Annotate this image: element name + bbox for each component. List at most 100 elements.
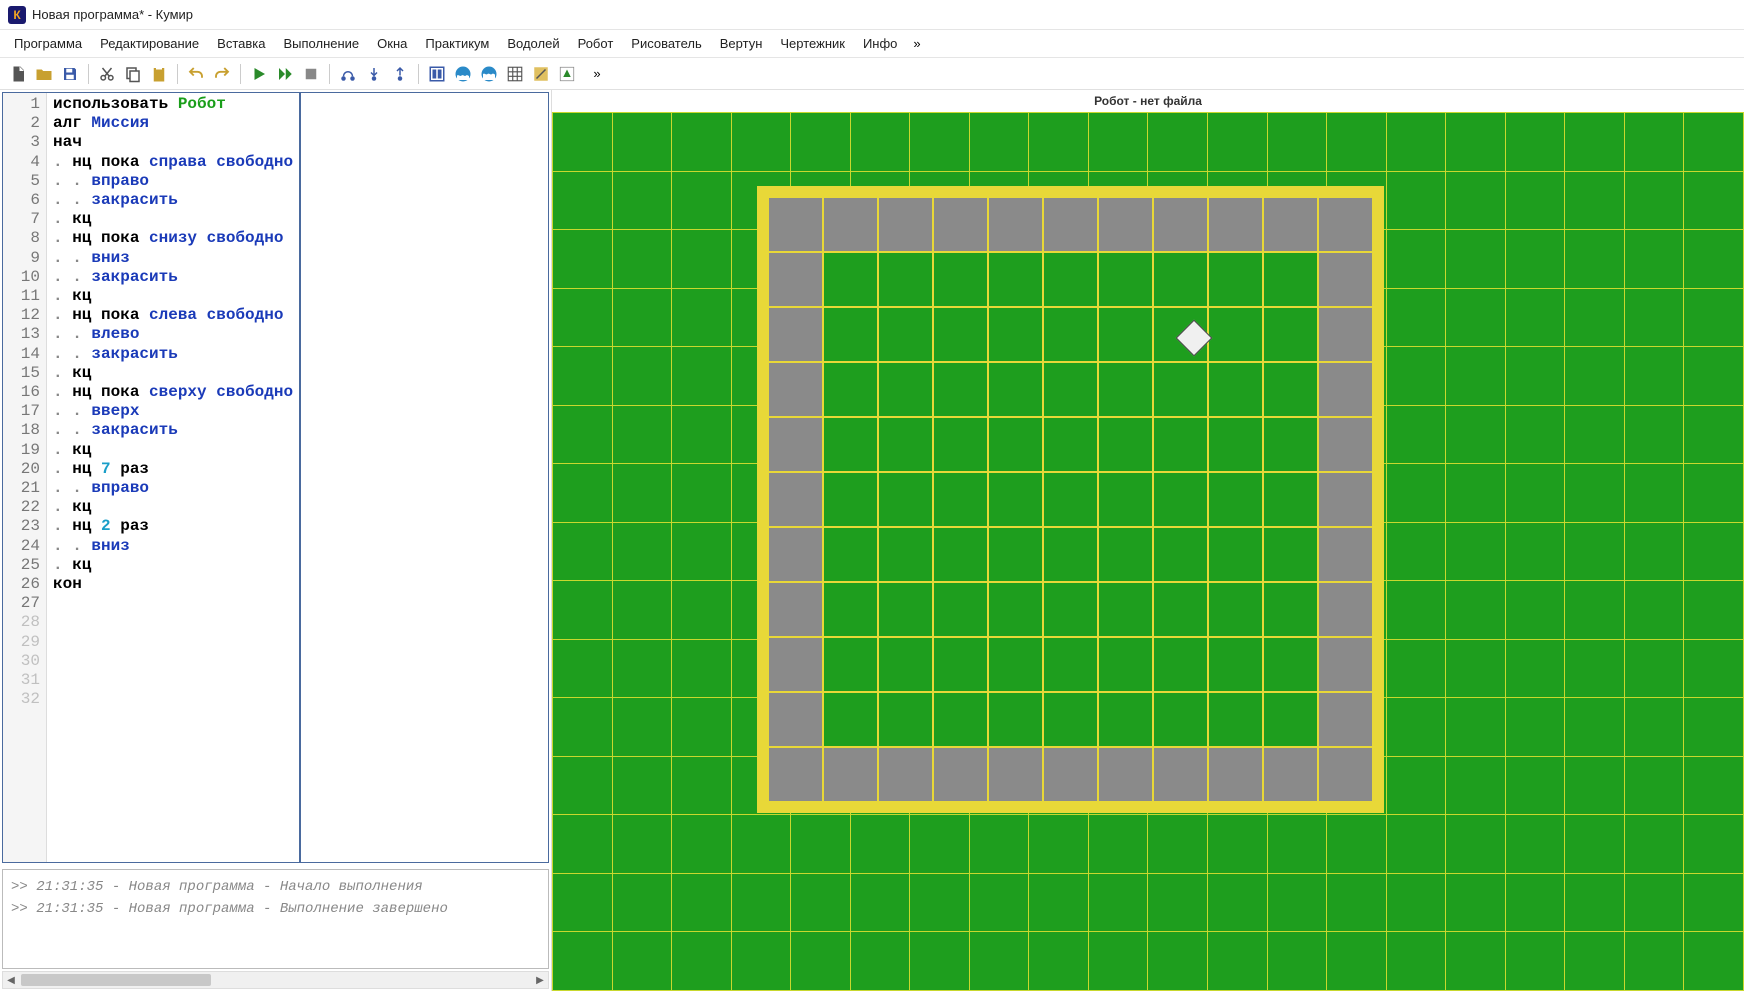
menu-Окна[interactable]: Окна bbox=[369, 32, 415, 55]
cell-5-2[interactable] bbox=[878, 472, 933, 527]
scroll-right-icon[interactable]: ▶ bbox=[532, 975, 548, 986]
cell-6-9[interactable] bbox=[1263, 527, 1318, 582]
cell-3-6[interactable] bbox=[1098, 362, 1153, 417]
cell-1-10[interactable] bbox=[1318, 252, 1373, 307]
cell-8-6[interactable] bbox=[1098, 637, 1153, 692]
actor-grid-icon[interactable] bbox=[503, 62, 527, 86]
cell-2-9[interactable] bbox=[1263, 307, 1318, 362]
horizontal-scrollbar[interactable]: ◀ ▶ bbox=[2, 971, 549, 989]
cell-7-10[interactable] bbox=[1318, 582, 1373, 637]
cell-5-7[interactable] bbox=[1153, 472, 1208, 527]
cell-8-8[interactable] bbox=[1208, 637, 1263, 692]
cell-0-2[interactable] bbox=[878, 197, 933, 252]
cell-9-5[interactable] bbox=[1043, 692, 1098, 747]
cell-7-9[interactable] bbox=[1263, 582, 1318, 637]
cell-3-8[interactable] bbox=[1208, 362, 1263, 417]
cut-icon[interactable] bbox=[95, 62, 119, 86]
cell-10-2[interactable] bbox=[878, 747, 933, 802]
cell-9-8[interactable] bbox=[1208, 692, 1263, 747]
toolbar-more-icon[interactable]: » bbox=[585, 62, 609, 86]
cell-10-8[interactable] bbox=[1208, 747, 1263, 802]
cell-7-4[interactable] bbox=[988, 582, 1043, 637]
cell-10-5[interactable] bbox=[1043, 747, 1098, 802]
cell-6-0[interactable] bbox=[768, 527, 823, 582]
copy-icon[interactable] bbox=[121, 62, 145, 86]
cell-3-9[interactable] bbox=[1263, 362, 1318, 417]
cell-1-2[interactable] bbox=[878, 252, 933, 307]
menu-Практикум[interactable]: Практикум bbox=[417, 32, 497, 55]
cell-0-0[interactable] bbox=[768, 197, 823, 252]
robot-field[interactable] bbox=[552, 112, 1744, 991]
cell-0-4[interactable] bbox=[988, 197, 1043, 252]
cell-1-6[interactable] bbox=[1098, 252, 1153, 307]
cell-4-3[interactable] bbox=[933, 417, 988, 472]
cell-4-8[interactable] bbox=[1208, 417, 1263, 472]
run-icon[interactable] bbox=[247, 62, 271, 86]
cell-1-5[interactable] bbox=[1043, 252, 1098, 307]
output-console[interactable]: >> 21:31:35 - Новая программа - Начало в… bbox=[2, 869, 549, 969]
cell-2-6[interactable] bbox=[1098, 307, 1153, 362]
cell-10-10[interactable] bbox=[1318, 747, 1373, 802]
cell-5-10[interactable] bbox=[1318, 472, 1373, 527]
step-over-icon[interactable] bbox=[336, 62, 360, 86]
cell-6-1[interactable] bbox=[823, 527, 878, 582]
cell-9-7[interactable] bbox=[1153, 692, 1208, 747]
new-file-icon[interactable] bbox=[6, 62, 30, 86]
cell-7-0[interactable] bbox=[768, 582, 823, 637]
cell-10-9[interactable] bbox=[1263, 747, 1318, 802]
menu-Водолей[interactable]: Водолей bbox=[499, 32, 567, 55]
cell-9-2[interactable] bbox=[878, 692, 933, 747]
cell-4-7[interactable] bbox=[1153, 417, 1208, 472]
scroll-left-icon[interactable]: ◀ bbox=[3, 975, 19, 986]
menu-Чертежник[interactable]: Чертежник bbox=[772, 32, 853, 55]
actor-3-icon[interactable] bbox=[477, 62, 501, 86]
stop-icon[interactable] bbox=[299, 62, 323, 86]
cell-9-3[interactable] bbox=[933, 692, 988, 747]
cell-1-8[interactable] bbox=[1208, 252, 1263, 307]
cell-8-10[interactable] bbox=[1318, 637, 1373, 692]
cell-4-9[interactable] bbox=[1263, 417, 1318, 472]
save-icon[interactable] bbox=[58, 62, 82, 86]
step-out-icon[interactable] bbox=[388, 62, 412, 86]
cell-1-9[interactable] bbox=[1263, 252, 1318, 307]
scroll-thumb[interactable] bbox=[21, 974, 211, 986]
cell-8-5[interactable] bbox=[1043, 637, 1098, 692]
cell-10-0[interactable] bbox=[768, 747, 823, 802]
actor-turtle-icon[interactable] bbox=[555, 62, 579, 86]
cell-2-2[interactable] bbox=[878, 307, 933, 362]
cell-7-2[interactable] bbox=[878, 582, 933, 637]
cell-8-0[interactable] bbox=[768, 637, 823, 692]
cell-5-6[interactable] bbox=[1098, 472, 1153, 527]
cell-2-3[interactable] bbox=[933, 307, 988, 362]
cell-8-9[interactable] bbox=[1263, 637, 1318, 692]
cell-1-0[interactable] bbox=[768, 252, 823, 307]
cell-3-7[interactable] bbox=[1153, 362, 1208, 417]
actor-1-icon[interactable] bbox=[425, 62, 449, 86]
cell-3-3[interactable] bbox=[933, 362, 988, 417]
cell-4-1[interactable] bbox=[823, 417, 878, 472]
cell-1-4[interactable] bbox=[988, 252, 1043, 307]
code-editor[interactable]: 1234567891011121314151617181920212223242… bbox=[2, 92, 549, 863]
cell-3-4[interactable] bbox=[988, 362, 1043, 417]
cell-6-10[interactable] bbox=[1318, 527, 1373, 582]
cell-7-8[interactable] bbox=[1208, 582, 1263, 637]
cell-7-6[interactable] bbox=[1098, 582, 1153, 637]
actor-draw-icon[interactable] bbox=[529, 62, 553, 86]
cell-10-1[interactable] bbox=[823, 747, 878, 802]
cell-3-0[interactable] bbox=[768, 362, 823, 417]
cell-5-8[interactable] bbox=[1208, 472, 1263, 527]
cell-6-6[interactable] bbox=[1098, 527, 1153, 582]
cell-2-1[interactable] bbox=[823, 307, 878, 362]
cell-6-3[interactable] bbox=[933, 527, 988, 582]
cell-3-1[interactable] bbox=[823, 362, 878, 417]
cell-3-10[interactable] bbox=[1318, 362, 1373, 417]
cell-7-5[interactable] bbox=[1043, 582, 1098, 637]
paste-icon[interactable] bbox=[147, 62, 171, 86]
cell-5-9[interactable] bbox=[1263, 472, 1318, 527]
cell-8-7[interactable] bbox=[1153, 637, 1208, 692]
cell-0-8[interactable] bbox=[1208, 197, 1263, 252]
cell-9-0[interactable] bbox=[768, 692, 823, 747]
cell-4-10[interactable] bbox=[1318, 417, 1373, 472]
cell-6-8[interactable] bbox=[1208, 527, 1263, 582]
cell-9-1[interactable] bbox=[823, 692, 878, 747]
